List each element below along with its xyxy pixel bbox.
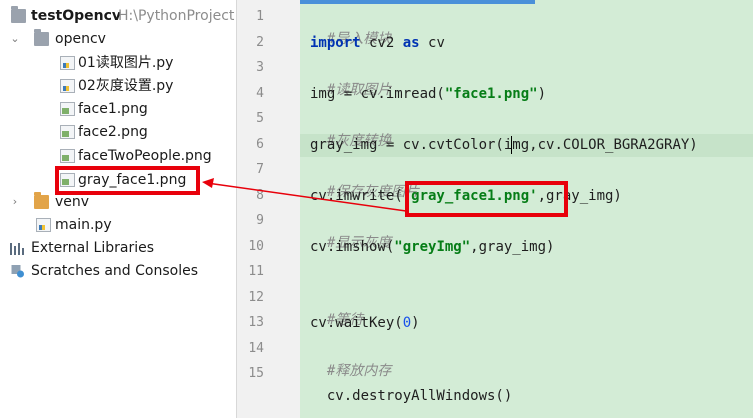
scratches-label: Scratches and Consoles [31, 263, 198, 279]
line-number: 7 [256, 162, 264, 177]
line-number: 4 [256, 86, 264, 101]
code-line-13: cv.waitKey(0) [310, 312, 420, 334]
libraries-icon [10, 241, 25, 255]
number-literal: 0 [402, 315, 412, 331]
folder-label: opencv [55, 31, 106, 47]
folder-icon [11, 6, 26, 23]
code-line-1: #导入模块 [310, 6, 391, 47]
keyword: import [310, 35, 361, 51]
code-text: cv.imwrite( [310, 188, 403, 204]
image-file-icon [60, 125, 75, 139]
annotation-box-file [55, 166, 200, 195]
code-text: cv2 [360, 35, 403, 51]
keyword: as [402, 35, 420, 51]
code-text: gray_img = cv.cvtColor(i [310, 137, 513, 153]
code-line-15: cv.destroyAllWindows() [310, 363, 512, 404]
file-label: face2.png [78, 124, 148, 140]
line-number: 12 [248, 290, 264, 305]
file-label: faceTwoPeople.png [78, 148, 212, 164]
code-text: ,gray_img) [470, 239, 555, 255]
code-text: ) [537, 86, 547, 102]
line-number: 5 [256, 111, 264, 126]
line-number: 13 [248, 315, 264, 330]
code-line-14: #释放内存 [310, 338, 391, 379]
code-text: mg,cv.COLOR_BGRA2GRAY) [512, 137, 698, 153]
line-number: 6 [256, 137, 264, 152]
code-line-5: #灰度转换 [310, 108, 391, 149]
chevron-down-icon[interactable]: ⌄ [9, 28, 21, 50]
external-libraries-label: External Libraries [31, 240, 154, 256]
line-number: 14 [248, 341, 264, 356]
chevron-right-icon[interactable]: › [9, 191, 21, 213]
code-text: cv.destroyAllWindows() [326, 388, 513, 404]
code-text: img = cv.imread( [310, 86, 445, 102]
string-literal: "greyImg" [394, 239, 471, 255]
code-line-3: #读取图片 [310, 57, 391, 98]
code-text: ) [411, 315, 420, 331]
file-label: 02灰度设置.py [78, 78, 174, 94]
line-number: 10 [248, 239, 264, 254]
code-text: cv [419, 35, 445, 51]
code-text: cv.imshow( [310, 239, 395, 255]
string-literal: "face1.png" [444, 86, 538, 102]
image-file-icon [60, 102, 75, 116]
python-file-icon [60, 79, 75, 93]
line-number: 15 [248, 366, 264, 381]
code-line-2: import cv2 as cv [310, 32, 445, 54]
code-line-10: cv.imshow("greyImg",gray_img) [310, 236, 554, 258]
project-name: testOpencv [31, 8, 122, 24]
file-label: 01读取图片.py [78, 55, 174, 71]
folder-icon [34, 29, 49, 46]
file-label: main.py [55, 217, 112, 233]
line-number: 8 [256, 188, 264, 203]
code-line-12: #等待 [310, 287, 363, 328]
annotation-box-code [405, 181, 568, 217]
code-line-9: #显示灰度 [310, 210, 391, 251]
line-number: 3 [256, 60, 264, 75]
line-number: 9 [256, 213, 264, 228]
python-file-icon [60, 56, 75, 70]
image-file-icon [60, 149, 75, 163]
file-label: face1.png [78, 101, 148, 117]
folder-icon [34, 192, 49, 209]
project-path: H:\PythonProject [118, 8, 235, 24]
code-line-7: #保存灰度图片 [310, 159, 419, 200]
project-tree: testOpencv H:\PythonProject ⌄ opencv 01读… [0, 0, 235, 418]
line-number: 2 [256, 35, 264, 50]
line-number: 11 [248, 264, 264, 279]
line-number: 1 [256, 9, 264, 24]
editor-tab-indicator [300, 0, 535, 4]
code-line-4: img = cv.imread("face1.png") [310, 83, 546, 105]
scratches-icon [11, 265, 24, 278]
python-file-icon [36, 218, 51, 232]
code-text: cv.waitKey( [310, 315, 403, 331]
code-line-6: gray_img = cv.cvtColor(img,cv.COLOR_BGRA… [310, 134, 698, 156]
